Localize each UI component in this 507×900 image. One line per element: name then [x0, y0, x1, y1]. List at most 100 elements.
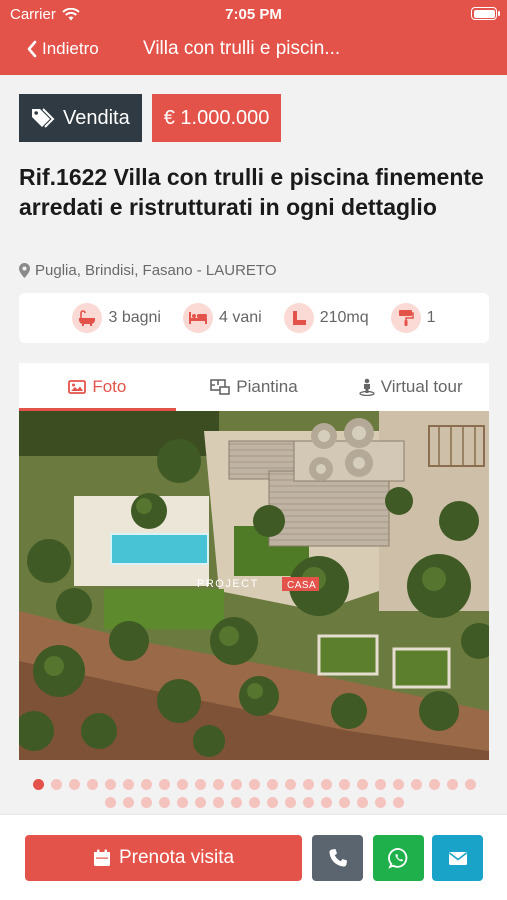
- renovation-label: 1: [426, 309, 436, 326]
- area-label: 210mq: [319, 309, 369, 326]
- calendar-icon: [93, 849, 110, 866]
- pagination-dot[interactable]: [176, 797, 188, 808]
- pagination-dot[interactable]: [68, 779, 80, 790]
- pagination-dot[interactable]: [284, 797, 296, 808]
- tab-virtual-tour-label: Virtual tour: [380, 377, 463, 396]
- street-view-icon: [359, 378, 375, 396]
- app-header: Carrier 7:05 PM Indietro Villa con trull…: [0, 0, 507, 75]
- tab-virtual-tour[interactable]: Virtual tour: [332, 363, 489, 411]
- features-bar: 3 bagni 4 vani 210mq 1: [19, 293, 489, 343]
- pagination-dot[interactable]: [194, 797, 206, 808]
- pagination-dot[interactable]: [212, 797, 224, 808]
- bathrooms-label: 3 bagni: [108, 309, 161, 326]
- tab-photos[interactable]: Foto: [19, 363, 176, 411]
- chevron-left-icon: [27, 40, 37, 58]
- book-visit-button[interactable]: Prenota visita: [25, 835, 302, 881]
- map-marker-icon: [19, 263, 30, 278]
- pagination-dot[interactable]: [338, 797, 350, 808]
- phone-icon: [328, 849, 347, 867]
- pagination-dot[interactable]: [410, 779, 422, 790]
- price-label: € 1.000.000: [163, 106, 270, 129]
- pagination-dot[interactable]: [428, 779, 440, 790]
- pagination-dot[interactable]: [464, 779, 476, 790]
- back-button[interactable]: Indietro: [26, 39, 99, 59]
- phone-button[interactable]: [312, 835, 363, 881]
- contract-label: Vendita: [63, 106, 130, 129]
- pagination-dot[interactable]: [50, 779, 62, 790]
- rooms-label: 4 vani: [218, 309, 262, 326]
- paint-roller-icon: [390, 303, 421, 333]
- pagination-dot[interactable]: [104, 797, 116, 808]
- action-bar: Prenota visita: [0, 814, 507, 900]
- feature-rooms: 4 vani: [182, 303, 262, 333]
- book-visit-label: Prenota visita: [118, 847, 235, 868]
- pagination-dot[interactable]: [122, 779, 134, 790]
- gallery-pagination: [24, 779, 484, 808]
- pagination-dot[interactable]: [248, 797, 260, 808]
- feature-bathrooms: 3 bagni: [72, 303, 161, 333]
- email-button[interactable]: [432, 835, 483, 881]
- tab-floorplan-label: Piantina: [236, 377, 298, 396]
- area-icon: [283, 303, 314, 333]
- whatsapp-icon: [387, 848, 407, 869]
- pagination-dot[interactable]: [320, 779, 332, 790]
- pagination-dot[interactable]: [230, 779, 242, 790]
- pagination-dot[interactable]: [158, 797, 170, 808]
- gallery-photo[interactable]: PROJECT CASA: [19, 411, 489, 760]
- pagination-dot[interactable]: [140, 797, 152, 808]
- tab-floorplan[interactable]: Piantina: [176, 363, 333, 411]
- media-tabs: Foto Piantina Virtual tour: [19, 363, 489, 411]
- floorplan-icon: [210, 379, 231, 395]
- pagination-dot[interactable]: [266, 797, 278, 808]
- watermark-left: PROJECT: [197, 578, 259, 590]
- pagination-dot[interactable]: [104, 779, 116, 790]
- bed-icon: [182, 303, 213, 333]
- nav-title: Villa con trulli e piscin...: [143, 38, 341, 59]
- status-bar: Carrier 7:05 PM: [0, 0, 507, 28]
- pagination-dot[interactable]: [302, 779, 314, 790]
- location-label: Puglia, Brindisi, Fasano - LAURETO: [35, 262, 277, 279]
- contract-badge: Vendita: [19, 94, 142, 142]
- pagination-dot[interactable]: [32, 779, 44, 790]
- pagination-dot[interactable]: [392, 797, 404, 808]
- tag-icon: [32, 108, 55, 128]
- pagination-dot[interactable]: [86, 779, 98, 790]
- price-badge: € 1.000.000: [151, 94, 282, 142]
- pagination-dot[interactable]: [122, 797, 134, 808]
- whatsapp-button[interactable]: [373, 835, 424, 881]
- pagination-dot[interactable]: [320, 797, 332, 808]
- image-icon: [68, 380, 87, 394]
- pagination-dot[interactable]: [230, 797, 242, 808]
- bathtub-icon: [72, 303, 103, 333]
- back-label: Indietro: [42, 39, 99, 58]
- pagination-dot[interactable]: [176, 779, 188, 790]
- feature-renovation: 1: [390, 303, 436, 333]
- pagination-dot[interactable]: [374, 779, 386, 790]
- nav-bar: Indietro Villa con trulli e piscin...: [0, 30, 507, 70]
- pagination-dot[interactable]: [158, 779, 170, 790]
- pagination-dot[interactable]: [356, 779, 368, 790]
- pagination-dot[interactable]: [284, 779, 296, 790]
- watermark-right: CASA: [287, 580, 316, 591]
- pagination-dot[interactable]: [212, 779, 224, 790]
- listing-title: Rif.1622 Villa con trulli e piscina fine…: [19, 164, 484, 220]
- pagination-dot[interactable]: [374, 797, 386, 808]
- listing-tags: Vendita € 1.000.000: [19, 94, 282, 142]
- battery-icon: [471, 7, 500, 20]
- tab-photos-label: Foto: [92, 377, 127, 396]
- pagination-dot[interactable]: [446, 779, 458, 790]
- pagination-dot[interactable]: [248, 779, 260, 790]
- watermark: PROJECT CASA: [197, 577, 319, 591]
- pagination-dot[interactable]: [338, 779, 350, 790]
- pagination-dot[interactable]: [302, 797, 314, 808]
- status-time: 7:05 PM: [225, 6, 282, 23]
- pagination-dot[interactable]: [392, 779, 404, 790]
- pagination-dot[interactable]: [140, 779, 152, 790]
- feature-area: 210mq: [283, 303, 369, 333]
- pagination-dot[interactable]: [356, 797, 368, 808]
- pagination-dot[interactable]: [266, 779, 278, 790]
- listing-location: Puglia, Brindisi, Fasano - LAURETO: [19, 262, 277, 279]
- aerial-villa-image: PROJECT CASA: [19, 411, 489, 760]
- envelope-icon: [448, 852, 467, 865]
- pagination-dot[interactable]: [194, 779, 206, 790]
